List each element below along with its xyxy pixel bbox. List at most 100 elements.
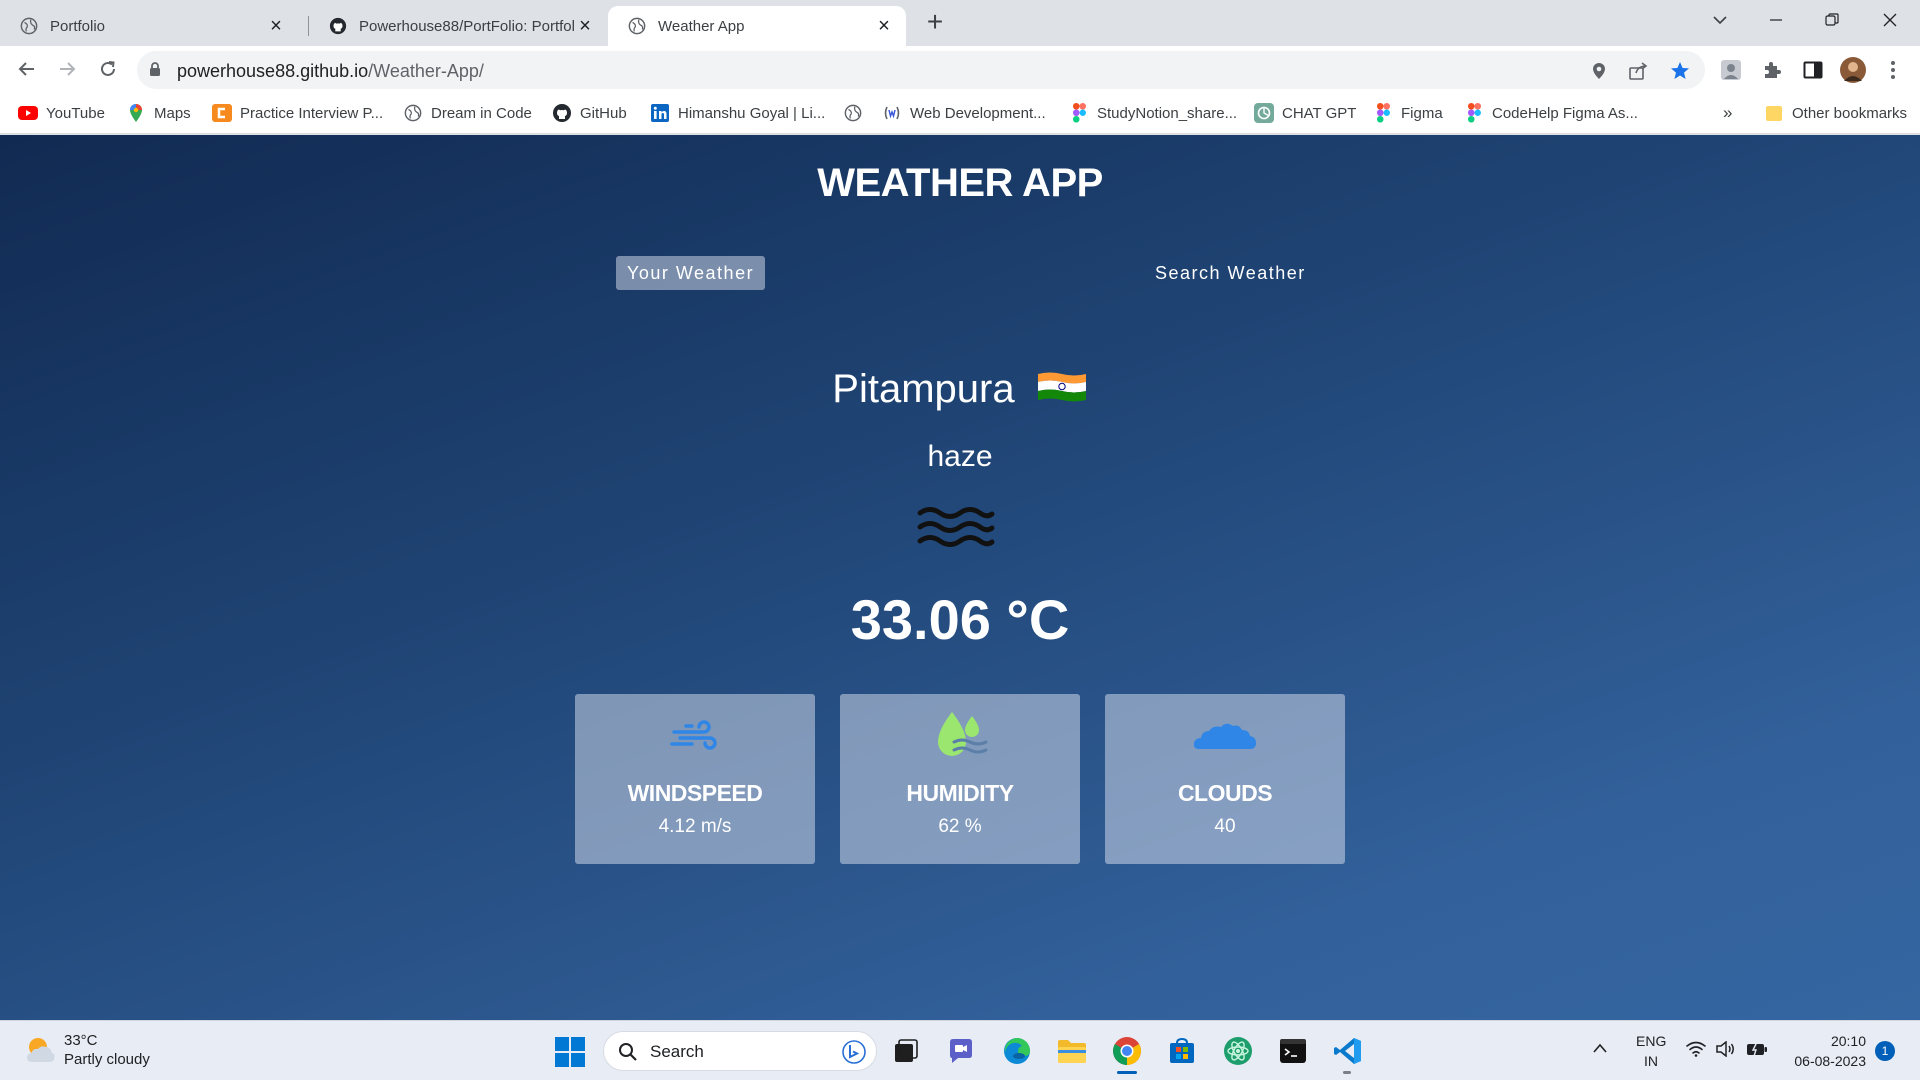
bookmark-practice-interview[interactable]: Practice Interview P...: [212, 101, 383, 125]
edge-button[interactable]: [999, 1033, 1035, 1069]
back-button[interactable]: [10, 52, 44, 86]
other-bookmarks-folder[interactable]: Other bookmarks: [1760, 101, 1907, 125]
share-button[interactable]: [1627, 59, 1651, 83]
youtube-icon: [18, 106, 38, 120]
bookmark-studynotion[interactable]: StudyNotion_share...: [1069, 101, 1237, 125]
chrome-icon: [1113, 1037, 1141, 1065]
show-hidden-icons-button[interactable]: [1592, 1041, 1608, 1057]
bookmark-label: Himanshu Goyal | Li...: [678, 104, 826, 122]
bookmark-label: Other bookmarks: [1792, 104, 1908, 122]
bookmark-maps[interactable]: Maps: [126, 101, 191, 125]
humidity-card: HUMIDITY 62 %: [840, 694, 1080, 864]
india-flag-icon: [1037, 372, 1086, 402]
tab-title: Powerhouse88/PortFolio: Portfolio: [359, 17, 575, 35]
notification-badge[interactable]: 1: [1875, 1041, 1895, 1061]
chrome-menu-button[interactable]: [1880, 57, 1906, 83]
haze-icon: [917, 507, 995, 547]
atom-app-button[interactable]: [1220, 1033, 1256, 1069]
cloud-icon: [1193, 723, 1256, 749]
globe-icon: [844, 104, 862, 122]
chevron-down-icon: [1713, 16, 1727, 25]
weather-description: haze: [927, 440, 993, 473]
minimize-button[interactable]: [1748, 0, 1804, 40]
tab-search-button[interactable]: [1692, 0, 1748, 40]
chrome-taskbar-button[interactable]: [1109, 1033, 1145, 1069]
reload-button[interactable]: [91, 52, 125, 86]
browser-tab-portfolio[interactable]: Portfolio ×: [0, 6, 298, 46]
bookmark-youtube[interactable]: YouTube: [18, 101, 105, 125]
browser-tab-github[interactable]: Powerhouse88/PortFolio: Portfolio ×: [309, 6, 607, 46]
bookmark-label: GitHub: [580, 104, 627, 122]
close-tab-icon[interactable]: ×: [575, 15, 595, 38]
bookmark-dream-in-code[interactable]: Dream in Code: [403, 101, 532, 125]
side-panel-button[interactable]: [1800, 57, 1826, 83]
avatar: [1840, 57, 1866, 83]
globe-icon: [628, 17, 646, 35]
close-tab-icon[interactable]: ×: [266, 15, 286, 38]
globe-icon: [20, 17, 38, 35]
bookmark-label: Figma: [1401, 104, 1443, 122]
forward-arrow-icon: [60, 62, 76, 76]
bookmark-linkedin[interactable]: Himanshu Goyal | Li...: [650, 101, 825, 125]
address-bar[interactable]: powerhouse88.github.io/Weather-App/: [137, 51, 1705, 89]
more-bookmarks-button[interactable]: »: [1723, 101, 1732, 125]
url-text: powerhouse88.github.io/Weather-App/: [177, 61, 484, 82]
profile-extension-button[interactable]: [1718, 57, 1744, 83]
bookmark-unnamed[interactable]: [843, 101, 871, 125]
close-window-button[interactable]: [1862, 0, 1918, 40]
bookmark-label: StudyNotion_share...: [1097, 104, 1238, 122]
bookmark-label: Web Development...: [910, 104, 1046, 122]
temperature: 33.06 °C: [850, 588, 1070, 651]
taskbar-clock[interactable]: 20:10 06-08-2023: [1786, 1031, 1866, 1071]
start-button[interactable]: [555, 1037, 585, 1072]
language-code: ENG: [1636, 1033, 1667, 1049]
close-tab-icon[interactable]: ×: [874, 15, 894, 38]
terminal-button[interactable]: [1275, 1033, 1311, 1069]
extensions-button[interactable]: [1759, 57, 1785, 83]
kebab-menu-icon: [1891, 61, 1895, 79]
search-icon: [619, 1043, 637, 1061]
tab-search-weather[interactable]: Search Weather: [1144, 256, 1317, 290]
browser-tab-strip: Portfolio × Powerhouse88/PortFolio: Port…: [0, 0, 1920, 46]
vscode-icon: [1334, 1038, 1361, 1064]
vscode-running-indicator: [1343, 1071, 1351, 1074]
chevron-up-icon: [1593, 1043, 1607, 1053]
figma-icon: [1467, 103, 1481, 123]
volume-icon: [1716, 1041, 1734, 1057]
restore-button[interactable]: [1804, 0, 1860, 40]
figma-icon: [1072, 103, 1086, 123]
microsoft-store-button[interactable]: [1164, 1033, 1200, 1069]
extension-avatar-icon: [1721, 60, 1741, 80]
forward-button[interactable]: [50, 52, 84, 86]
bookmark-label: CodeHelp Figma As...: [1492, 104, 1638, 122]
profile-button[interactable]: [1840, 57, 1866, 83]
clouds-label: CLOUDS: [1177, 780, 1273, 806]
bookmark-github[interactable]: GitHub: [552, 101, 627, 125]
bookmark-figma[interactable]: Figma: [1373, 101, 1443, 125]
url-host: powerhouse88.github.io: [177, 61, 369, 81]
store-icon: [1170, 1037, 1194, 1063]
language-indicator[interactable]: ENG IN: [1636, 1031, 1666, 1071]
tab-your-weather[interactable]: Your Weather: [616, 256, 766, 290]
lock-icon: [150, 62, 160, 76]
taskbar-weather-temp: 33°C: [64, 1032, 98, 1049]
url-path: /Weather-App/: [368, 61, 484, 81]
humidity-label: HUMIDITY: [906, 780, 1014, 806]
file-explorer-button[interactable]: [1054, 1033, 1090, 1069]
teams-chat-button[interactable]: [943, 1033, 979, 1069]
bookmark-codehelp-figma[interactable]: CodeHelp Figma As...: [1464, 101, 1638, 125]
app-title: WEATHER APP: [817, 161, 1103, 205]
taskbar-search[interactable]: Search: [603, 1031, 877, 1071]
task-view-button[interactable]: [888, 1033, 924, 1069]
star-icon: [1671, 62, 1689, 79]
vscode-button[interactable]: [1330, 1033, 1366, 1069]
bookmark-label: Practice Interview P...: [240, 104, 384, 122]
bookmark-web-development[interactable]: Web Development...: [882, 101, 1046, 125]
new-tab-button[interactable]: +: [920, 8, 950, 38]
bookmark-star-button[interactable]: [1668, 59, 1692, 83]
browser-tab-weather-app[interactable]: Weather App ×: [608, 6, 906, 46]
taskbar-weather-widget[interactable]: 33°C Partly cloudy: [24, 1031, 150, 1069]
system-tray-status[interactable]: [1686, 1041, 1768, 1057]
location-button[interactable]: [1587, 59, 1611, 83]
bookmark-chat-gpt[interactable]: CHAT GPT: [1254, 101, 1356, 125]
